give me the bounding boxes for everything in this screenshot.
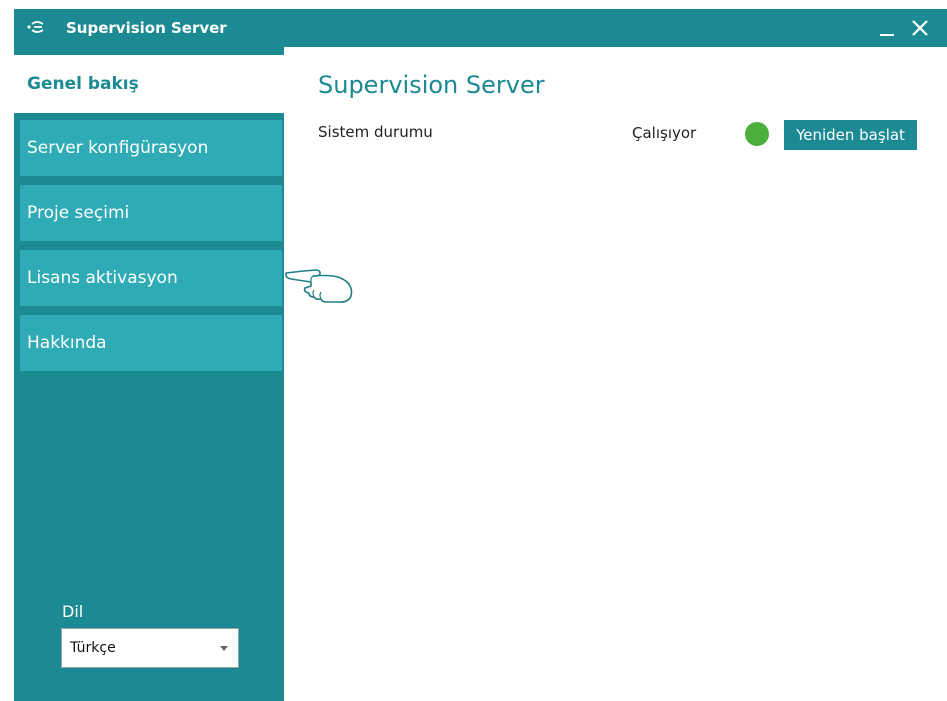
supervision-logo-icon (24, 16, 46, 38)
status-indicator-icon (745, 122, 769, 146)
sidebar-item-about[interactable]: Hakkında (20, 315, 282, 371)
restart-button[interactable]: Yeniden başlat (784, 120, 917, 150)
system-status-label: Sistem durumu (318, 123, 433, 141)
main-content: Supervision Server Sistem durumu Çalışıy… (284, 47, 947, 701)
title-bar[interactable]: Supervision Server (14, 9, 947, 47)
sidebar-item-overview[interactable]: Genel bakış (14, 55, 284, 113)
sidebar-item-server-config[interactable]: Server konfigürasyon (20, 120, 282, 176)
close-button[interactable] (906, 13, 934, 43)
minimize-button[interactable] (874, 13, 902, 43)
sidebar-item-project-selection[interactable]: Proje seçimi (20, 185, 282, 241)
page-title: Supervision Server (318, 71, 545, 99)
system-status-value: Çalışıyor (632, 124, 697, 142)
language-label: Dil (62, 602, 84, 621)
sidebar: Genel bakış Server konfigürasyon Proje s… (14, 47, 284, 701)
window-title: Supervision Server (66, 19, 227, 37)
sidebar-item-license-activation[interactable]: Lisans aktivasyon (20, 250, 282, 306)
chevron-down-icon (220, 646, 228, 651)
language-select[interactable]: Türkçe (61, 628, 239, 668)
close-icon (912, 20, 928, 36)
language-selected-value: Türkçe (70, 640, 116, 656)
app-window: Supervision Server Genel bakış Server ko… (14, 9, 947, 701)
minimize-icon (880, 34, 894, 36)
